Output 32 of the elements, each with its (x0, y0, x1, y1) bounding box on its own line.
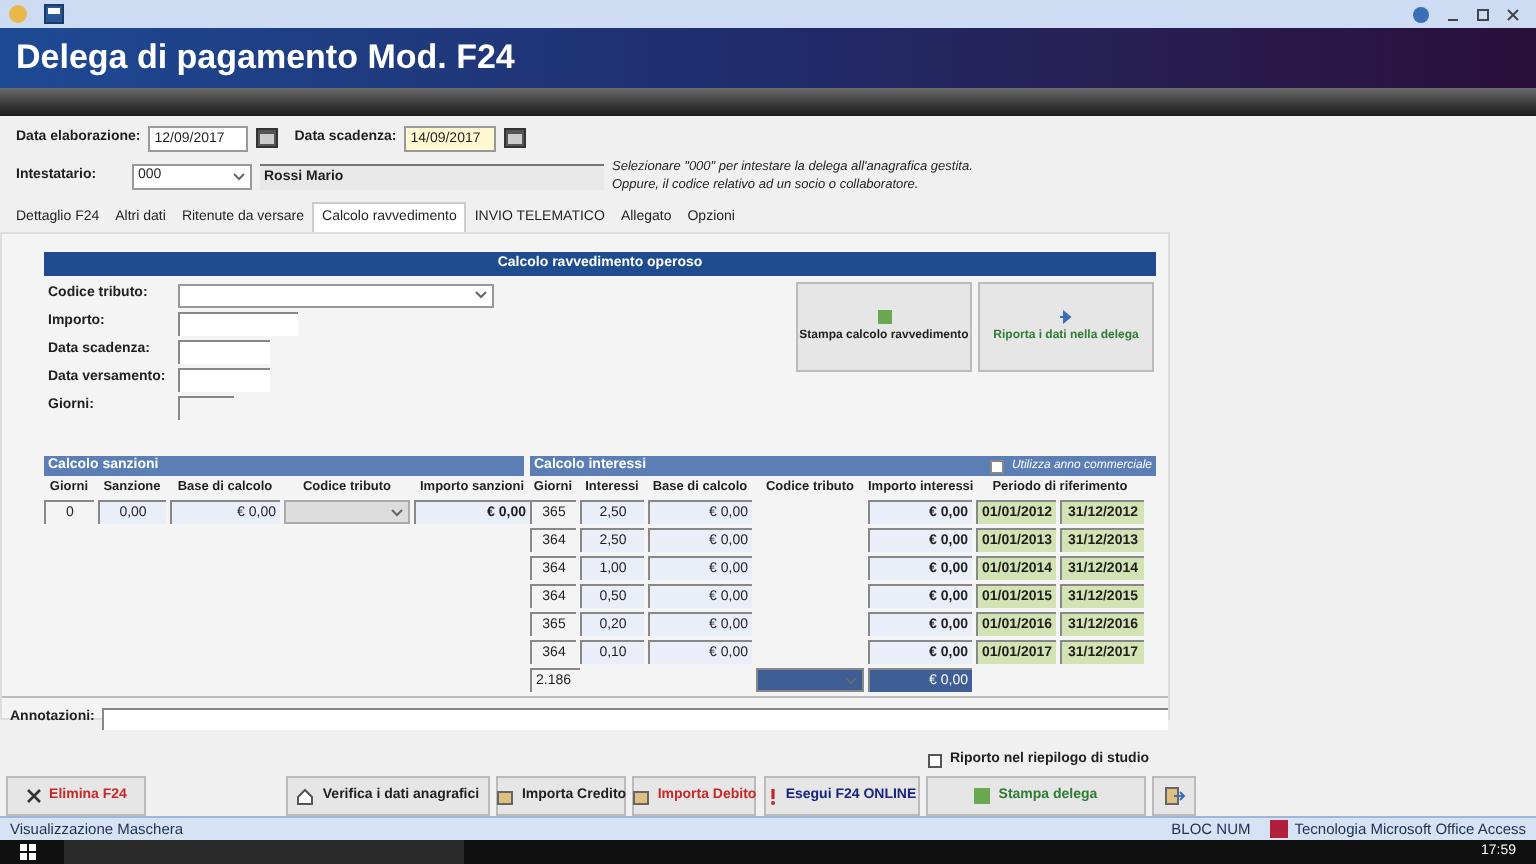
exit-icon (1163, 786, 1185, 806)
dropdown-field[interactable] (756, 668, 864, 692)
arrow-icon (1059, 309, 1073, 323)
caret-icon (232, 171, 246, 181)
house-icon (296, 787, 315, 805)
save-icon (44, 4, 64, 24)
box-icon (631, 787, 650, 805)
input-field[interactable] (178, 339, 270, 363)
caret-icon (390, 507, 404, 517)
caret-icon (474, 290, 488, 300)
windows-icon (20, 844, 36, 860)
calendar-icon (504, 128, 527, 148)
dropdown-field[interactable] (284, 500, 410, 524)
restore-icon (1476, 7, 1490, 21)
input-field[interactable] (178, 367, 270, 391)
calendar-icon (256, 128, 279, 148)
box-icon (495, 787, 514, 805)
checkbox[interactable] (989, 459, 1004, 473)
input-field[interactable] (102, 708, 1168, 730)
dropdown-field[interactable] (178, 283, 494, 307)
close-icon (1506, 7, 1520, 21)
exclamation-icon (767, 787, 778, 805)
search-field[interactable] (64, 840, 464, 864)
exit-button[interactable] (1152, 776, 1196, 816)
access-icon (1270, 820, 1289, 838)
input-field[interactable] (178, 311, 298, 335)
close-icon (25, 788, 42, 804)
app-icon (8, 4, 28, 24)
checkbox[interactable] (928, 753, 942, 767)
caret-icon (844, 675, 858, 685)
help-icon (1412, 5, 1430, 23)
window-title: Delega di pagamento Mod. F24 (16, 36, 515, 81)
